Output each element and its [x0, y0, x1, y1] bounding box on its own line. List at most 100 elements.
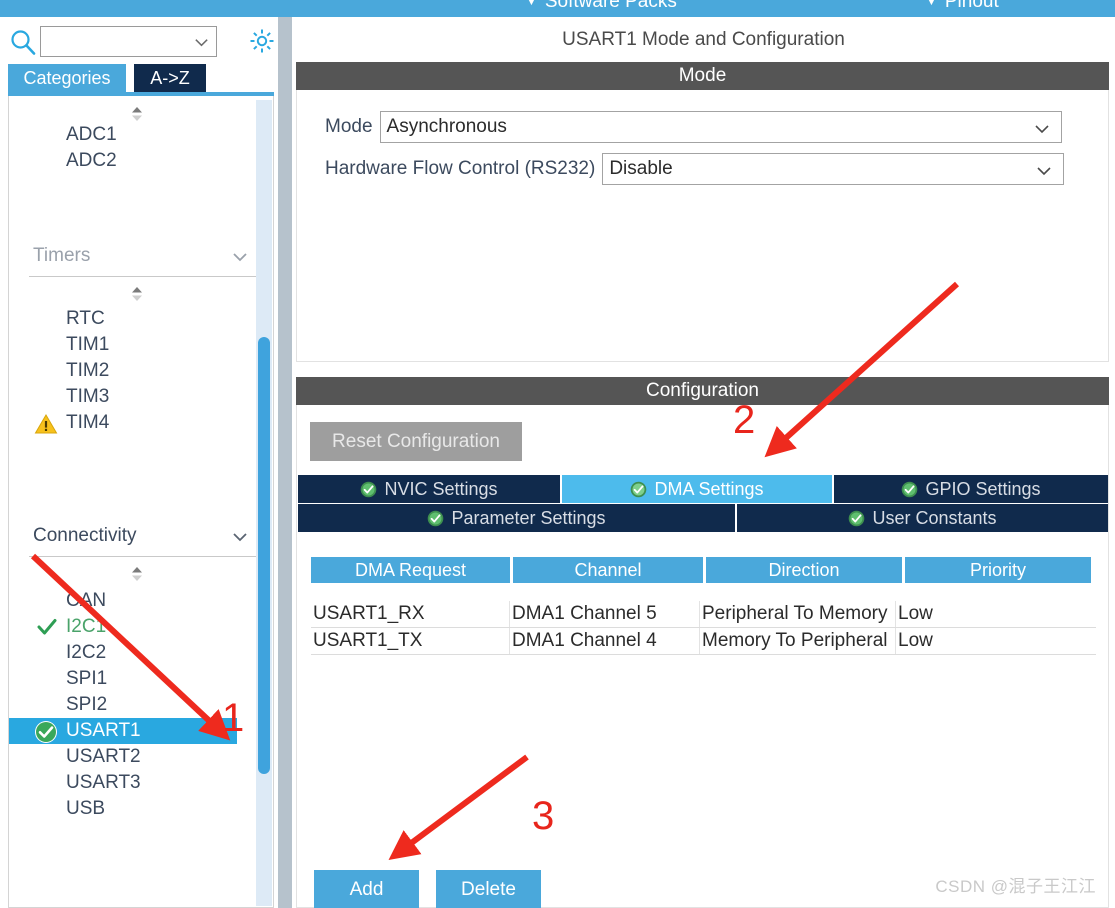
config-tabs-row-2: Parameter Settings User Constants	[298, 504, 1108, 532]
page-title-label: USART1 Mode and Configuration	[562, 28, 845, 50]
column-header-direction[interactable]: Direction	[706, 557, 902, 583]
annotation-number-3: 3	[532, 794, 555, 838]
dma-table-header: DMA Request Channel Direction Priority	[311, 557, 1096, 583]
tree-item-i2c2[interactable]: I2C2	[9, 640, 231, 666]
cell-dma-request: USART1_RX	[311, 601, 510, 627]
app-root: ▼ Software Packs ▼ Pinout Categories A->…	[0, 0, 1115, 908]
chevron-down-icon: ▼	[525, 0, 538, 8]
tab-nvic-settings[interactable]: NVIC Settings	[298, 475, 560, 503]
search-row	[0, 17, 278, 64]
tab-categories[interactable]: Categories	[8, 64, 126, 92]
tab-user-constants[interactable]: User Constants	[737, 504, 1108, 532]
tab-dma-settings-label: DMA Settings	[654, 478, 764, 499]
column-header-dma-request[interactable]: DMA Request	[311, 557, 510, 583]
chevron-down-icon	[233, 533, 247, 542]
tab-parameter-settings[interactable]: Parameter Settings	[298, 504, 735, 532]
tab-user-constants-label: User Constants	[872, 507, 997, 528]
table-row[interactable]: USART1_RX DMA1 Channel 5 Peripheral To M…	[311, 601, 1096, 628]
group-header-connectivity[interactable]: Connectivity	[33, 521, 259, 551]
check-circle-icon	[849, 510, 865, 526]
search-input[interactable]	[45, 30, 190, 53]
sort-toggle-icon-2[interactable]	[127, 564, 147, 584]
tree-item-label: ADC2	[66, 150, 117, 171]
tree-item-tim1[interactable]: TIM1	[9, 332, 231, 358]
tab-dma-settings[interactable]: DMA Settings	[562, 475, 832, 503]
delete-button[interactable]: Delete	[436, 870, 541, 908]
menu-software-packs-label: Software Packs	[544, 0, 677, 12]
hardware-flow-control-value: Disable	[609, 158, 673, 179]
tab-categories-label: Categories	[23, 67, 111, 88]
cell-dma-request: USART1_TX	[311, 628, 510, 654]
field-mode: Mode Asynchronous	[325, 111, 1062, 143]
check-circle-icon	[428, 510, 444, 526]
tree-item-label: USART2	[66, 746, 141, 767]
tree-item-i2c1[interactable]: I2C1	[9, 614, 231, 640]
tree-item-label: TIM2	[66, 360, 110, 381]
cell-direction: Peripheral To Memory	[700, 601, 896, 627]
tree-item-spi2[interactable]: SPI2	[9, 692, 231, 718]
cell-priority: Low	[898, 630, 933, 651]
configuration-section-body: Reset Configuration NVIC Settings DMA Se…	[296, 405, 1109, 908]
tab-gpio-settings-label: GPIO Settings	[925, 478, 1041, 499]
tree-item-usb[interactable]: USB	[9, 796, 231, 822]
cell-channel: DMA1 Channel 5	[510, 601, 700, 627]
group-divider	[29, 276, 261, 277]
mode-select-value: Asynchronous	[386, 116, 507, 137]
tree-item-usart3[interactable]: USART3	[9, 770, 231, 796]
field-hardware-flow-control: Hardware Flow Control (RS232) Disable	[325, 153, 1065, 185]
group-header-label: Connectivity	[33, 525, 137, 546]
check-circle-icon	[902, 481, 918, 497]
tree-item-adc2[interactable]: ADC2	[9, 148, 231, 174]
tab-nvic-settings-label: NVIC Settings	[384, 478, 498, 499]
hardware-flow-control-select[interactable]: Disable	[602, 153, 1065, 185]
chevron-down-icon[interactable]	[193, 34, 210, 51]
tree-item-label: TIM4	[66, 412, 110, 433]
menu-pinout[interactable]: ▼ Pinout	[925, 0, 999, 13]
menu-software-packs[interactable]: ▼ Software Packs	[525, 0, 677, 13]
reset-configuration-button[interactable]: Reset Configuration	[310, 422, 522, 461]
tree-item-label: RTC	[66, 308, 105, 329]
tree-item-usart2[interactable]: USART2	[9, 744, 231, 770]
tree-item-label: SPI2	[66, 694, 108, 715]
search-icon[interactable]	[10, 29, 36, 55]
sort-toggle-icon-0[interactable]	[127, 104, 147, 124]
tab-a-to-z[interactable]: A->Z	[134, 64, 206, 92]
sidebar-scrollbar-thumb[interactable]	[258, 337, 270, 774]
tree-item-rtc[interactable]: RTC	[9, 306, 231, 332]
column-header-channel[interactable]: Channel	[513, 557, 703, 583]
add-button[interactable]: Add	[314, 870, 419, 908]
tree-item-tim3[interactable]: TIM3	[9, 384, 231, 410]
mode-section-header: Mode	[296, 62, 1109, 90]
tree-item-label: I2C1	[66, 616, 107, 637]
config-tabs-row-1: NVIC Settings DMA Settings GPIO Settings	[298, 475, 1108, 503]
gear-icon[interactable]	[248, 27, 276, 55]
tree-item-tim4[interactable]: TIM4	[9, 410, 231, 436]
tree-item-label: TIM3	[66, 386, 110, 407]
tab-gpio-settings[interactable]: GPIO Settings	[834, 475, 1108, 503]
column-header-priority[interactable]: Priority	[905, 557, 1091, 583]
tree-item-tim2[interactable]: TIM2	[9, 358, 231, 384]
tree-item-adc1[interactable]: ADC1	[9, 122, 231, 148]
tree-item-label: TIM1	[66, 334, 110, 355]
mode-select[interactable]: Asynchronous	[379, 111, 1062, 143]
menu-pinout-label: Pinout	[944, 0, 999, 12]
watermark: CSDN @混子王江江	[935, 877, 1096, 896]
group-divider	[29, 556, 261, 557]
search-box[interactable]	[40, 26, 217, 57]
tree-item-can[interactable]: CAN	[9, 588, 231, 614]
tab-parameter-settings-label: Parameter Settings	[451, 507, 606, 528]
chevron-down-icon	[1034, 125, 1049, 134]
cell-priority: Low	[898, 603, 933, 624]
dma-table-body: USART1_RX DMA1 Channel 5 Peripheral To M…	[311, 601, 1096, 655]
tree-item-label: I2C2	[66, 642, 107, 663]
tree-item-label: CAN	[66, 590, 107, 611]
cell-direction: Memory To Peripheral	[700, 628, 896, 654]
panel-divider	[278, 17, 292, 908]
sort-toggle-icon-1[interactable]	[127, 284, 147, 304]
tree-item-spi1[interactable]: SPI1	[9, 666, 231, 692]
peripheral-tree: ADC1 ADC2 Timers RTC TIM1 TIM2 TIM3 TIM4…	[8, 96, 274, 908]
table-row[interactable]: USART1_TX DMA1 Channel 4 Memory To Perip…	[311, 628, 1096, 655]
chevron-down-icon: ▼	[925, 0, 938, 8]
field-mode-label: Mode	[325, 116, 373, 137]
group-header-timers[interactable]: Timers	[33, 241, 259, 271]
